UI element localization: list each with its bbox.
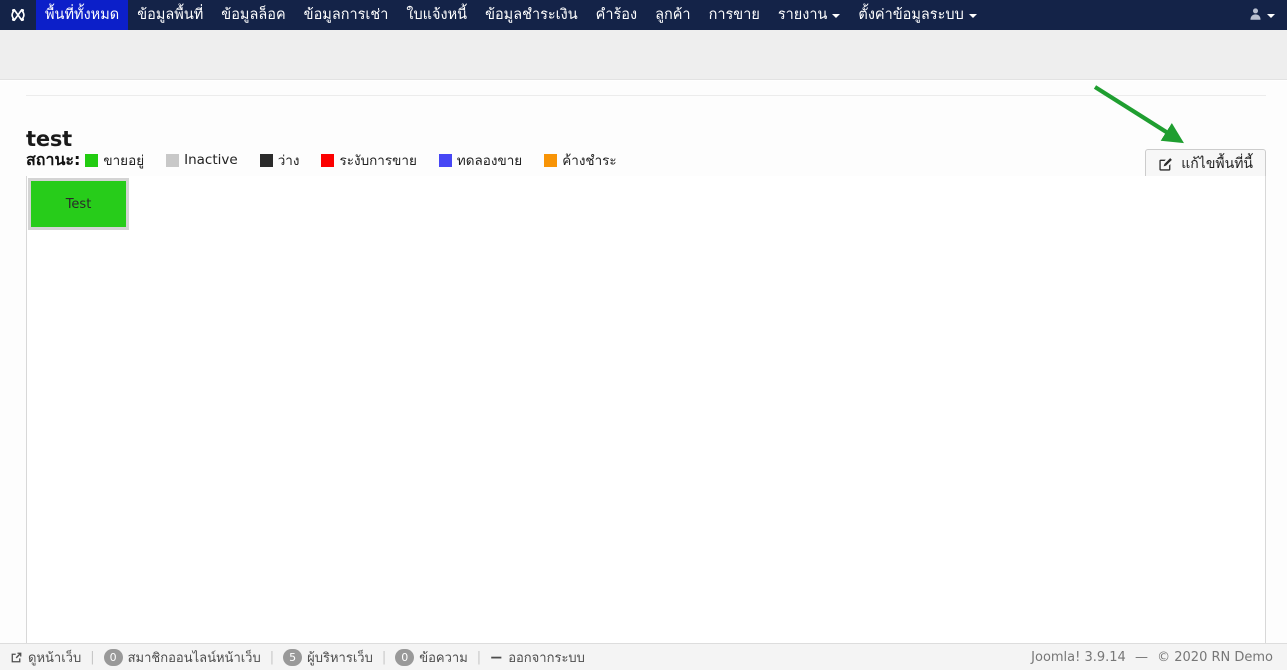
copyright: © 2020 RN Demo <box>1157 649 1273 665</box>
legend-swatch <box>259 153 273 167</box>
nav-item-label: ข้อมูลล็อค <box>221 7 286 23</box>
joomla-version: Joomla! 3.9.14 <box>1031 649 1126 665</box>
nav-item-list: พื้นที่ทั้งหมด ข้อมูลพื้นที่ ข้อมูลล็อค … <box>36 0 1241 30</box>
footer-separator: | <box>269 649 275 665</box>
legend-label: ค้างชำระ <box>562 153 617 169</box>
nav-item-payment-info[interactable]: ข้อมูลชำระเงิน <box>476 0 587 30</box>
legend-swatch <box>85 153 99 167</box>
nav-item-invoice[interactable]: ใบแจ้งหนี้ <box>397 0 476 30</box>
status-bar-items: ดูหน้าเว็บ | 0 สมาชิกออนไลน์หน้าเว็บ | 5… <box>0 647 585 668</box>
nav-item-label: ข้อมูลชำระเงิน <box>485 7 578 23</box>
user-icon <box>1249 7 1262 24</box>
edit-area-button-label: แก้ไขพื้นที่นี้ <box>1181 156 1253 172</box>
legend-swatch <box>544 153 558 167</box>
legend-label: ระงับการขาย <box>339 153 417 169</box>
page-content: test สถานะ: ขายอยู่ Inactive ว่าง ระงับก… <box>0 81 1287 643</box>
footer-preview-site[interactable]: ดูหน้าเว็บ <box>10 647 81 668</box>
nav-item-sales[interactable]: การขาย <box>700 0 769 30</box>
chevron-down-icon <box>968 14 977 18</box>
nav-item-label: ข้อมูลพื้นที่ <box>137 7 204 23</box>
nav-item-all-areas[interactable]: พื้นที่ทั้งหมด <box>36 0 129 30</box>
footer-item-label: ข้อความ <box>419 650 468 666</box>
nav-item-label: รายงาน <box>777 7 828 23</box>
nav-item-system-settings[interactable]: ตั้งค่าข้อมูลระบบ <box>849 0 985 30</box>
nav-item-label: ลูกค้า <box>655 7 691 23</box>
footer-separator: | <box>476 649 482 665</box>
footer-version-separator: — <box>1134 649 1148 665</box>
status-bar: ดูหน้าเว็บ | 0 สมาชิกออนไลน์หน้าเว็บ | 5… <box>0 643 1287 670</box>
nav-item-label: ใบแจ้งหนี้ <box>406 7 468 23</box>
status-legend: สถานะ: ขายอยู่ Inactive ว่าง ระงับการขาย… <box>26 149 617 171</box>
nav-item-request[interactable]: คำร้อง <box>587 0 646 30</box>
zone-block-label: Test <box>65 196 92 212</box>
nav-item-customers[interactable]: ลูกค้า <box>646 0 700 30</box>
legend-label: ขายอยู่ <box>103 153 145 169</box>
footer-item-label: สมาชิกออนไลน์หน้าเว็บ <box>127 650 261 666</box>
legend-swatch <box>321 153 335 167</box>
footer-logout[interactable]: ออกจากระบบ <box>490 647 585 668</box>
legend-swatch <box>166 153 180 167</box>
top-navbar: พื้นที่ทั้งหมด ข้อมูลพื้นที่ ข้อมูลล็อค … <box>0 0 1287 30</box>
legend-item-inactive: Inactive <box>166 152 238 168</box>
footer-item-label: ผู้บริหารเว็บ <box>307 650 373 666</box>
status-legend-label: สถานะ: <box>26 149 81 169</box>
nav-item-label: ข้อมูลการเช่า <box>303 7 389 23</box>
logout-icon <box>490 651 503 664</box>
footer-item-label: ออกจากระบบ <box>508 650 585 666</box>
nav-item-label: ตั้งค่าข้อมูลระบบ <box>858 7 964 23</box>
nav-item-label: คำร้อง <box>595 7 638 23</box>
legend-swatch <box>438 153 452 167</box>
legend-item-suspended: ระงับการขาย <box>321 149 417 171</box>
legend-item-trial: ทดลองขาย <box>438 149 523 171</box>
footer-visitors-online[interactable]: 0 สมาชิกออนไลน์หน้าเว็บ <box>103 647 261 668</box>
legend-item-vacant: ว่าง <box>259 149 300 171</box>
legend-label: ว่าง <box>277 153 300 169</box>
nav-item-label: พื้นที่ทั้งหมด <box>45 7 120 23</box>
content-divider <box>26 95 1266 96</box>
footer-badge: 0 <box>395 648 415 666</box>
footer-badge: 5 <box>283 648 303 666</box>
footer-separator: | <box>90 649 95 665</box>
nav-item-reports[interactable]: รายงาน <box>769 0 850 30</box>
edit-area-button[interactable]: แก้ไขพื้นที่นี้ <box>1145 149 1266 179</box>
footer-item-label: ดูหน้าเว็บ <box>28 650 82 666</box>
external-link-icon <box>10 651 23 664</box>
nav-item-label: การขาย <box>708 7 760 23</box>
joomla-logo-icon[interactable] <box>0 0 36 30</box>
chevron-down-icon <box>832 14 841 18</box>
chevron-down-icon <box>1267 14 1275 18</box>
nav-item-rental-info[interactable]: ข้อมูลการเช่า <box>295 0 398 30</box>
pencil-square-icon <box>1158 157 1173 172</box>
nav-item-area-info[interactable]: ข้อมูลพื้นที่ <box>128 0 212 30</box>
zone-canvas: Test <box>26 176 1266 643</box>
legend-label: Inactive <box>184 152 238 168</box>
legend-label: ทดลองขาย <box>456 153 523 169</box>
user-menu[interactable] <box>1241 0 1287 30</box>
footer-version-info: Joomla! 3.9.14 — © 2020 RN Demo <box>1031 650 1287 665</box>
footer-badge: 0 <box>103 648 123 666</box>
footer-administrators-online[interactable]: 5 ผู้บริหารเว็บ <box>283 647 373 668</box>
legend-item-overdue: ค้างชำระ <box>544 149 617 171</box>
legend-item-selling: ขายอยู่ <box>85 149 144 171</box>
subheader-band <box>0 30 1287 80</box>
footer-messages[interactable]: 0 ข้อความ <box>395 647 468 668</box>
zone-block-test[interactable]: Test <box>28 178 129 230</box>
nav-item-lock-info[interactable]: ข้อมูลล็อค <box>212 0 294 30</box>
footer-separator: | <box>381 649 387 665</box>
